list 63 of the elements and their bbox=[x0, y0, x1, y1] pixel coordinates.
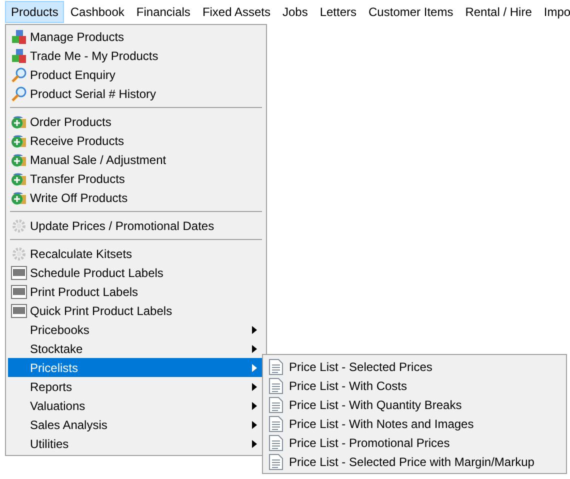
globe-box-icon bbox=[11, 190, 27, 206]
document-icon bbox=[269, 396, 283, 412]
submenu-arrow-icon bbox=[252, 344, 257, 352]
cubes-icon bbox=[11, 28, 27, 44]
submenu-arrow-icon bbox=[252, 402, 257, 410]
menu-item[interactable]: Price List - Promotional Prices bbox=[265, 433, 564, 452]
menu-item[interactable]: Product Serial # History bbox=[8, 84, 264, 103]
document-icon bbox=[269, 416, 283, 432]
menu-bar-item[interactable]: Impo bbox=[538, 1, 570, 23]
menu-item[interactable]: Trade Me - My Products bbox=[8, 46, 264, 65]
menu-item[interactable]: Price List - With Notes and Images bbox=[265, 414, 564, 433]
menu-item[interactable]: Utilities bbox=[8, 434, 264, 453]
menu-item[interactable]: Reports bbox=[8, 377, 264, 396]
menu-item[interactable]: Receive Products bbox=[8, 131, 264, 150]
submenu-arrow-icon bbox=[252, 382, 257, 390]
menu-item[interactable]: Price List - Selected Prices bbox=[265, 357, 564, 376]
menu-item[interactable]: Schedule Product Labels bbox=[8, 263, 264, 282]
menu-item[interactable]: Manual Sale / Adjustment bbox=[8, 150, 264, 169]
menu-item[interactable]: Product Enquiry bbox=[8, 65, 264, 84]
barcode-icon bbox=[11, 284, 27, 300]
globe-box-icon bbox=[11, 152, 27, 168]
submenu-arrow-icon bbox=[252, 440, 257, 448]
menu-bar-item[interactable]: Financials bbox=[130, 1, 196, 23]
menu-bar-item[interactable]: Jobs bbox=[276, 1, 314, 23]
menu-item[interactable]: Write Off Products bbox=[8, 188, 264, 207]
globe-box-icon bbox=[11, 132, 27, 148]
gear-icon bbox=[11, 246, 27, 262]
menu-bar-item[interactable]: Customer Items bbox=[362, 1, 460, 23]
search-icon bbox=[11, 66, 27, 82]
globe-box-icon bbox=[11, 170, 27, 186]
submenu-arrow-icon bbox=[252, 326, 257, 334]
submenu-arrow-icon bbox=[252, 420, 257, 428]
menu-item[interactable]: Recalculate Kitsets bbox=[8, 244, 264, 263]
menu-item[interactable]: Price List - Selected Price with Margin/Markup bbox=[265, 452, 564, 471]
menu-bar-item[interactable]: Fixed Assets bbox=[196, 1, 276, 23]
menu-item[interactable]: Price List - With Quantity Breaks bbox=[265, 395, 564, 414]
menu-bar-item[interactable]: Cashbook bbox=[64, 1, 130, 23]
menu-item[interactable]: Pricebooks bbox=[8, 320, 264, 339]
menu-item[interactable]: Transfer Products bbox=[8, 169, 264, 188]
document-icon bbox=[269, 358, 283, 374]
submenu-arrow-icon bbox=[252, 364, 257, 372]
search-icon bbox=[11, 86, 27, 102]
cubes-icon bbox=[11, 48, 27, 64]
menu-item[interactable]: Update Prices / Promotional Dates bbox=[8, 216, 264, 235]
menu-bar-item[interactable]: Letters bbox=[314, 1, 363, 23]
menu-bar-item[interactable]: Products bbox=[5, 1, 64, 23]
document-icon bbox=[269, 378, 283, 394]
menu-item[interactable]: Pricelists bbox=[8, 358, 264, 377]
barcode-icon bbox=[11, 264, 27, 280]
globe-box-icon bbox=[11, 114, 27, 130]
document-icon bbox=[269, 434, 283, 450]
menu-item[interactable]: Stocktake bbox=[8, 339, 264, 358]
menu-item[interactable]: Order Products bbox=[8, 112, 264, 131]
menu-bar-item[interactable]: Rental / Hire bbox=[459, 1, 538, 23]
barcode-icon bbox=[11, 302, 27, 318]
menu-item[interactable]: Manage Products bbox=[8, 27, 264, 46]
menu-item[interactable]: Valuations bbox=[8, 396, 264, 415]
gear-icon bbox=[11, 218, 27, 234]
menu-item[interactable]: Price List - With Costs bbox=[265, 376, 564, 395]
menu-item[interactable]: Print Product Labels bbox=[8, 282, 264, 301]
menu-item[interactable]: Sales Analysis bbox=[8, 415, 264, 434]
menu-item[interactable]: Quick Print Product Labels bbox=[8, 301, 264, 320]
document-icon bbox=[269, 454, 283, 470]
